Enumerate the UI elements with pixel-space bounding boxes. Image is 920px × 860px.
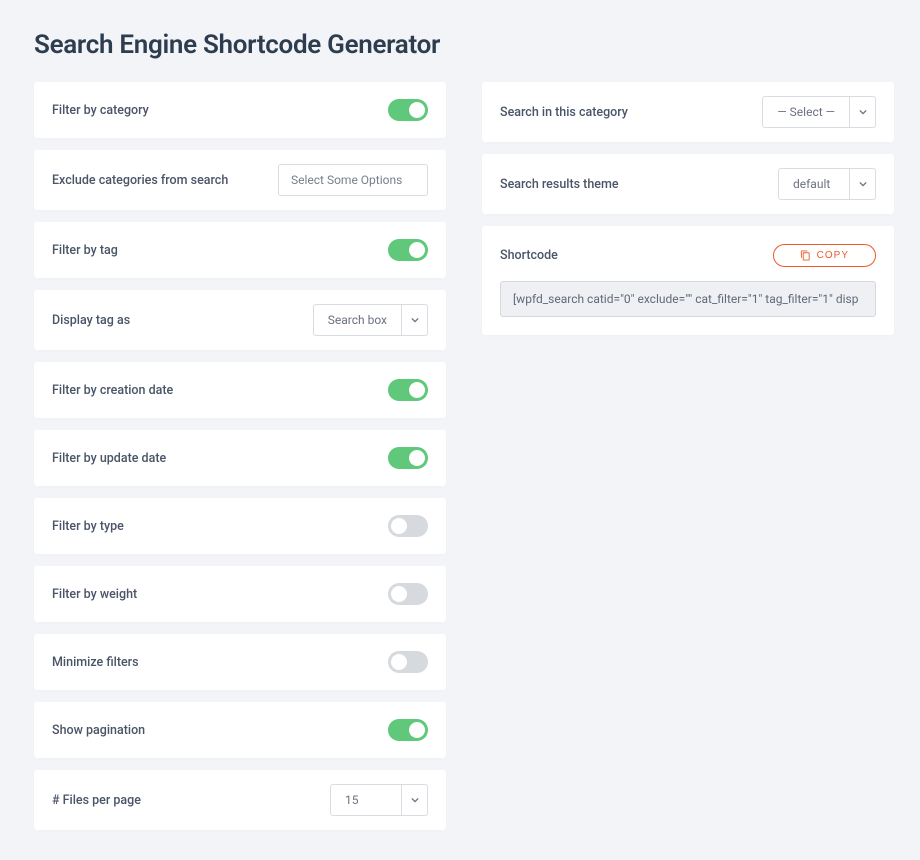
chevron-down-icon [849,169,875,199]
shortcode-output[interactable]: [wpfd_search catid="0" exclude="" cat_fi… [500,281,876,317]
row-filter-type: Filter by type [34,498,446,554]
label-search-category: Search in this category [500,105,628,120]
toggle-filter-tag[interactable] [388,239,428,261]
shortcode-panel: Shortcode COPY [wpfd_search catid="0" ex… [482,226,894,335]
row-files-per-page: # Files per page 15 [34,770,446,830]
toggle-show-pagination[interactable] [388,719,428,741]
select-results-theme[interactable]: default [778,168,876,200]
label-filter-creation-date: Filter by creation date [52,383,173,398]
label-files-per-page: # Files per page [52,793,141,808]
row-filter-category: Filter by category [34,82,446,138]
select-value: Search box [314,305,401,335]
label-filter-tag: Filter by tag [52,243,118,258]
chevron-down-icon [849,97,875,127]
toggle-filter-update-date[interactable] [388,447,428,469]
select-value: default [779,169,849,199]
select-value: 15 [331,785,401,815]
toggle-filter-weight[interactable] [388,583,428,605]
select-exclude-categories[interactable]: Select Some Options [278,164,428,196]
toggle-minimize-filters[interactable] [388,651,428,673]
label-filter-category: Filter by category [52,103,149,118]
label-display-tag-as: Display tag as [52,313,130,328]
copy-button[interactable]: COPY [773,244,876,267]
label-minimize-filters: Minimize filters [52,655,139,670]
toggle-filter-creation-date[interactable] [388,379,428,401]
row-minimize-filters: Minimize filters [34,634,446,690]
select-files-per-page[interactable]: 15 [330,784,428,816]
label-filter-type: Filter by type [52,519,124,534]
row-filter-creation-date: Filter by creation date [34,362,446,418]
row-show-pagination: Show pagination [34,702,446,758]
label-shortcode: Shortcode [500,248,558,263]
select-display-tag-as[interactable]: Search box [313,304,428,336]
toggle-filter-category[interactable] [388,99,428,121]
copy-icon [800,250,811,261]
row-filter-tag: Filter by tag [34,222,446,278]
page-title: Search Engine Shortcode Generator [34,30,890,60]
row-exclude-categories: Exclude categories from search Select So… [34,150,446,210]
row-filter-weight: Filter by weight [34,566,446,622]
toggle-filter-type[interactable] [388,515,428,537]
label-exclude-categories: Exclude categories from search [52,173,228,188]
copy-button-label: COPY [817,250,849,261]
label-filter-update-date: Filter by update date [52,451,166,466]
select-search-category[interactable]: — Select — [762,96,876,128]
chevron-down-icon [401,785,427,815]
chevron-down-icon [401,305,427,335]
label-filter-weight: Filter by weight [52,587,137,602]
row-display-tag-as: Display tag as Search box [34,290,446,350]
row-results-theme: Search results theme default [482,154,894,214]
label-results-theme: Search results theme [500,177,619,192]
row-search-category: Search in this category — Select — [482,82,894,142]
select-value: — Select — [763,97,849,127]
row-filter-update-date: Filter by update date [34,430,446,486]
label-show-pagination: Show pagination [52,723,145,738]
